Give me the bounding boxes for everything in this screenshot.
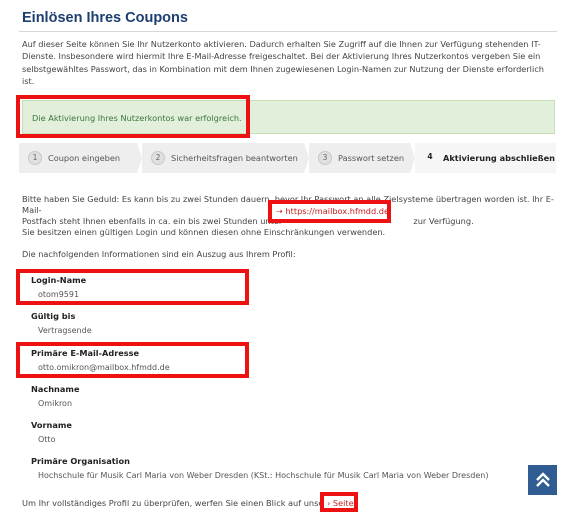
step-number: 4 <box>427 152 433 161</box>
mailbox-link[interactable]: ⇢ https://mailbox.hfmdd.de <box>276 206 389 216</box>
step-label: Coupon eingeben <box>48 153 121 163</box>
step-number: 1 <box>28 151 42 165</box>
highlight-box-email <box>16 342 249 378</box>
step-number: 2 <box>151 151 165 165</box>
field-label-gueltig-bis: Gültig bis <box>31 311 76 321</box>
step-label: Sicherheitsfragen beantworten <box>171 153 298 163</box>
scroll-to-top-button[interactable] <box>528 465 557 495</box>
step-coupon-eingeben: 1 Coupon eingeben <box>19 143 137 173</box>
profile-page-link[interactable]: › Seite <box>327 498 354 508</box>
step-label: Aktivierung abschließen <box>443 153 555 163</box>
title-divider <box>19 31 557 32</box>
field-value-nachname: Omikron <box>38 399 73 408</box>
footer-text: Um Ihr vollständiges Profil zu überprüfe… <box>22 498 332 508</box>
step-passwort-setzen: 3 Passwort setzen <box>309 143 410 173</box>
highlight-box-alert <box>16 95 250 138</box>
wait-line-3: Sie besitzen einen gültigen Login und kö… <box>22 227 386 237</box>
highlight-box-seite: › Seite <box>320 492 358 512</box>
step-label: Passwort setzen <box>338 153 405 163</box>
intro-text: Auf dieser Seite können Sie Ihr Nutzerko… <box>22 39 544 87</box>
step-number: 3 <box>318 151 332 165</box>
wait-line-2-post: zur Verfügung. <box>413 216 474 226</box>
field-label-organisation: Primäre Organisation <box>31 456 130 466</box>
field-label-vorname: Vorname <box>31 420 72 430</box>
page-title: Einlösen Ihres Coupons <box>22 10 188 26</box>
profile-intro: Die nachfolgenden Informationen sind ein… <box>22 249 296 259</box>
highlight-box-mailbox: ⇢ https://mailbox.hfmdd.de <box>268 200 391 223</box>
step-sicherheitsfragen: 2 Sicherheitsfragen beantworten <box>142 143 304 173</box>
field-label-nachname: Nachname <box>31 384 80 394</box>
field-value-organisation: Hochschule für Musik Carl Maria von Webe… <box>38 471 489 480</box>
wait-line-2-pre: Postfach steht Ihnen ebenfalls in ca. ei… <box>22 216 283 226</box>
step-aktivierung-abschliessen: 4 Aktivierung abschließen <box>415 143 556 173</box>
step-progress: 1 Coupon eingeben 2 Sicherheitsfragen be… <box>19 143 556 173</box>
double-chevron-up-icon <box>535 472 550 487</box>
highlight-box-login <box>16 269 249 305</box>
field-value-gueltig-bis: Vertragsende <box>38 326 92 335</box>
field-value-vorname: Otto <box>38 435 56 444</box>
